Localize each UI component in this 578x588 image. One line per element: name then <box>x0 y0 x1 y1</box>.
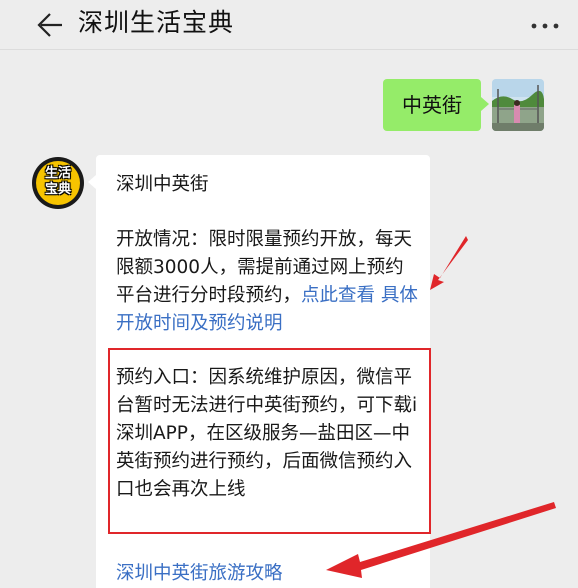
user-avatar-photo <box>492 79 544 131</box>
view-link[interactable]: 点此查看 <box>301 285 375 306</box>
outgoing-message-bubble[interactable]: 中英街 <box>383 79 489 131</box>
page-title: 深圳生活宝典 <box>78 8 235 37</box>
user-avatar[interactable] <box>492 79 544 131</box>
more-dots-icon[interactable] <box>530 18 560 34</box>
bot-avatar-label-line2: 宝典 <box>44 182 71 197</box>
red-arrow-lower <box>326 502 556 578</box>
open-status-paragraph: 开放情况：限时限量预约开放，每天限额3000人，需提前通过网上预约平台进行分时段… <box>116 226 420 338</box>
message-heading: 深圳中英街 <box>116 174 209 195</box>
arrow-left-icon[interactable] <box>32 8 66 42</box>
red-arrow-upper <box>430 236 468 290</box>
bot-avatar[interactable]: 生活 宝典 <box>32 157 84 209</box>
outgoing-message-text: 中英街 <box>402 93 462 117</box>
top-bar: 深圳生活宝典 <box>0 0 578 50</box>
bot-avatar-label-line1: 生活 <box>44 166 71 181</box>
